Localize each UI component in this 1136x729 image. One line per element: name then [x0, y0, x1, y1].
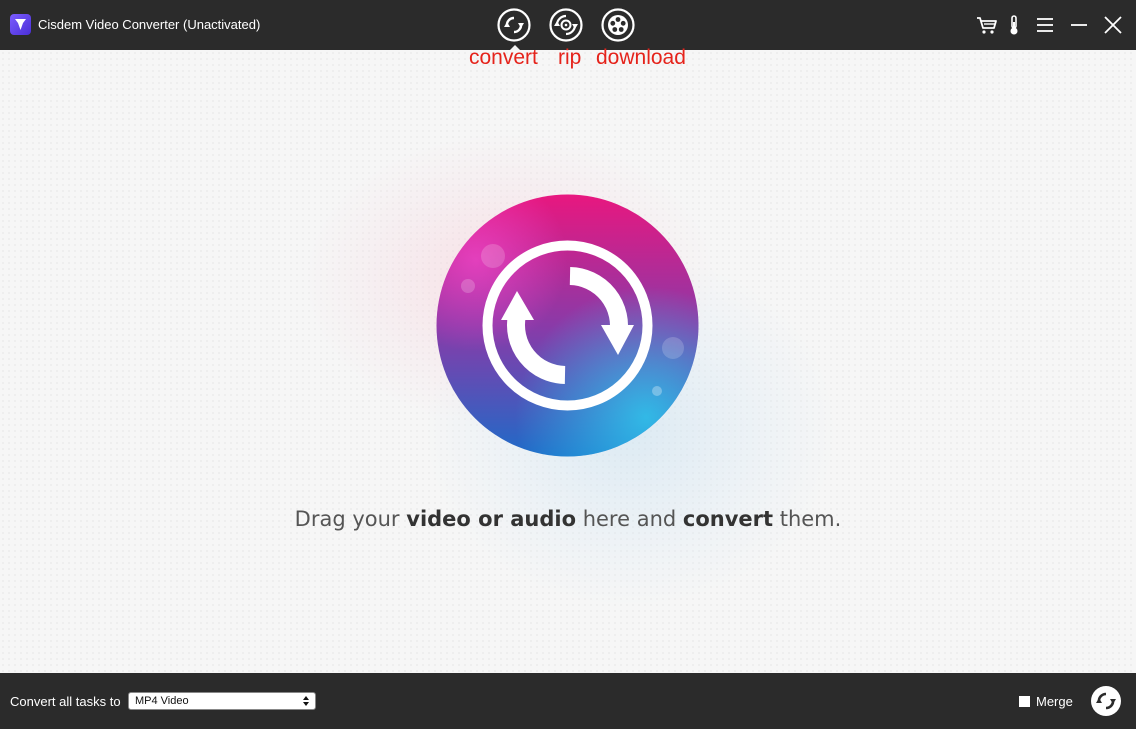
- bottom-bar: Convert all tasks to MP4 Video Merge: [0, 673, 1136, 729]
- select-arrows-icon: [303, 696, 309, 706]
- download-mode-button[interactable]: [600, 7, 636, 43]
- rip-mode-button[interactable]: [548, 7, 584, 43]
- download-icon: [601, 8, 635, 42]
- thermometer-icon: [1010, 15, 1018, 35]
- thermometer-button[interactable]: [1002, 13, 1026, 37]
- merge-checkbox[interactable]: [1019, 696, 1030, 707]
- convert-icon: [497, 8, 531, 42]
- close-button[interactable]: [1101, 13, 1125, 37]
- menu-button[interactable]: [1033, 13, 1057, 37]
- rip-icon: [549, 8, 583, 42]
- convert-annotation: convert: [469, 46, 538, 69]
- merge-label[interactable]: Merge: [1036, 694, 1073, 709]
- convert-arrows-icon: [436, 194, 699, 457]
- convert-all-label: Convert all tasks to: [10, 694, 121, 709]
- add-media-button[interactable]: [435, 193, 700, 458]
- title-bar: Cisdem Video Converter (Unactivated): [0, 0, 1136, 50]
- output-format-value: MP4 Video: [135, 695, 189, 707]
- convert-all-button[interactable]: [1091, 686, 1121, 716]
- window-title: Cisdem Video Converter (Unactivated): [38, 17, 261, 32]
- cart-icon: [977, 17, 997, 34]
- rip-annotation: rip: [558, 46, 582, 69]
- cisdem-logo-icon: [10, 14, 31, 35]
- drop-area[interactable]: Drag your video or audio here and conver…: [0, 50, 1136, 673]
- close-icon: [1104, 16, 1122, 34]
- convert-all-icon: [1096, 692, 1116, 710]
- download-annotation: download: [596, 46, 686, 69]
- minimize-button[interactable]: [1067, 13, 1091, 37]
- convert-mode-button[interactable]: [496, 7, 532, 43]
- menu-icon: [1037, 18, 1053, 32]
- minimize-icon: [1071, 24, 1087, 26]
- drop-hint-text: Drag your video or audio here and conver…: [294, 507, 842, 531]
- cart-button[interactable]: [975, 13, 999, 37]
- output-format-select[interactable]: MP4 Video: [128, 692, 316, 710]
